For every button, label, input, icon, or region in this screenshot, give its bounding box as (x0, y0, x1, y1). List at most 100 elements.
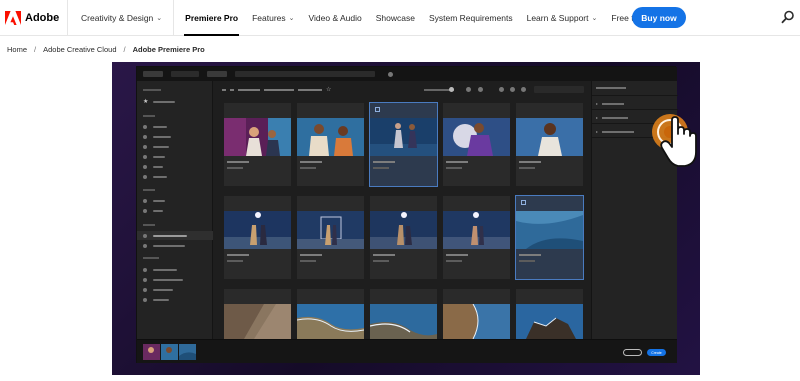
star-icon[interactable]: ☆ (326, 87, 331, 93)
media-clip[interactable] (516, 289, 583, 339)
global-nav: Adobe Creativity & Design ⌄ Premiere Pro … (0, 0, 800, 36)
left-item[interactable] (143, 134, 171, 140)
path-segment[interactable] (264, 89, 294, 91)
bullet-icon (143, 145, 147, 149)
media-clip[interactable] (443, 289, 510, 339)
nav-label: Showcase (375, 12, 415, 23)
setting-label (602, 116, 629, 119)
right-setting-row[interactable]: ▸ (596, 101, 625, 106)
project-location-field[interactable] (235, 71, 375, 77)
media-clip[interactable] (224, 289, 291, 339)
clip-name (300, 254, 322, 256)
buy-now-button[interactable]: Buy now (632, 7, 686, 28)
create-button[interactable]: Create (647, 349, 666, 356)
clip-thumbnail (370, 304, 437, 339)
media-clip-selected[interactable] (369, 102, 438, 187)
clip-thumbnail (224, 211, 291, 249)
media-clip[interactable] (224, 103, 291, 186)
left-item[interactable]: ★ (143, 99, 176, 105)
setting-label (602, 130, 635, 133)
nav-features[interactable]: Features ⌄ (245, 0, 301, 36)
view-option-icon[interactable] (510, 87, 515, 92)
breadcrumb-creative-cloud[interactable]: Adobe Creative Cloud (43, 45, 116, 54)
nav-label: Features (252, 12, 286, 23)
media-clip[interactable] (297, 289, 364, 339)
media-clip[interactable] (443, 103, 510, 186)
search-icon[interactable] (781, 10, 795, 24)
media-clip[interactable] (443, 196, 510, 279)
nav-system-requirements[interactable]: System Requirements (422, 0, 520, 36)
clip-name (227, 161, 249, 163)
left-item[interactable] (143, 154, 165, 160)
chevron-right-icon: ▸ (596, 129, 599, 134)
settings-icon[interactable] (388, 71, 393, 77)
breadcrumb-separator: / (123, 45, 126, 54)
left-item[interactable] (143, 144, 169, 150)
view-option-icon[interactable] (466, 87, 471, 92)
nav-label: System Requirements (428, 12, 513, 23)
left-item[interactable] (143, 287, 173, 293)
nav-label: Video & Audio (308, 12, 362, 23)
left-item[interactable] (143, 233, 187, 239)
media-clip[interactable] (370, 196, 437, 279)
selected-clip-thumbnail[interactable] (179, 344, 196, 360)
bullet-icon (143, 288, 147, 292)
chevron-right-icon: ▸ (596, 101, 599, 106)
left-item[interactable] (143, 174, 167, 180)
left-item[interactable] (143, 208, 163, 214)
path-segment[interactable] (298, 89, 322, 91)
selected-clip-thumbnail[interactable] (143, 344, 160, 360)
media-clip[interactable] (297, 103, 364, 186)
left-item-label (153, 166, 163, 168)
adobe-logo[interactable]: Adobe (0, 0, 68, 36)
path-segment[interactable] (238, 89, 260, 91)
left-item[interactable] (143, 164, 163, 170)
media-clip[interactable] (224, 196, 291, 279)
media-clip-selected[interactable] (515, 195, 584, 280)
clip-duration (519, 260, 535, 262)
left-item[interactable] (143, 243, 185, 249)
left-section-header (143, 115, 155, 117)
view-option-icon[interactable] (499, 87, 504, 92)
nav-learn-support[interactable]: Learn & Support ⌄ (520, 0, 605, 36)
project-name-field[interactable] (171, 71, 199, 77)
clip-duration (300, 167, 316, 169)
media-clip[interactable] (516, 103, 583, 186)
breadcrumb-current: Adobe Premiere Pro (132, 45, 205, 54)
cancel-button[interactable] (623, 349, 642, 356)
breadcrumb: Home / Adobe Creative Cloud / Adobe Prem… (7, 45, 205, 54)
right-setting-row[interactable]: ▸ (596, 129, 635, 134)
left-item[interactable] (143, 267, 177, 273)
nav-creativity-design[interactable]: Creativity & Design ⌄ (74, 0, 169, 36)
left-item[interactable] (143, 297, 169, 303)
left-item[interactable] (143, 277, 183, 283)
checkbox-icon[interactable] (521, 200, 526, 205)
clip-name (300, 161, 322, 163)
view-option-icon[interactable] (521, 87, 526, 92)
bullet-icon (143, 155, 147, 159)
nav-showcase[interactable]: Showcase (369, 0, 422, 36)
checkbox-icon[interactable] (375, 107, 380, 112)
left-item[interactable] (143, 124, 167, 130)
nav-label: Creativity & Design (81, 12, 154, 23)
nav-forward-icon[interactable] (230, 89, 234, 91)
view-option-icon[interactable] (478, 87, 483, 92)
left-section-header (143, 257, 159, 259)
media-search-field[interactable] (534, 86, 584, 93)
right-setting-row[interactable]: ▸ (596, 115, 629, 120)
clip-thumbnail (224, 118, 291, 156)
nav-back-icon[interactable] (222, 89, 226, 91)
nav-video-audio[interactable]: Video & Audio (302, 0, 369, 36)
left-item[interactable] (143, 198, 165, 204)
nav-premiere-pro[interactable]: Premiere Pro (178, 0, 245, 36)
media-clip[interactable] (370, 289, 437, 339)
left-item-label (153, 279, 183, 281)
left-item-label (153, 289, 173, 291)
demo-video[interactable]: ★ ☆ ▸ ▸ ▸ Create (112, 62, 700, 375)
divider (592, 95, 678, 96)
slider-knob[interactable] (449, 87, 454, 92)
selected-clip-thumbnail[interactable] (161, 344, 178, 360)
left-item-label (153, 210, 163, 212)
breadcrumb-home[interactable]: Home (7, 45, 27, 54)
media-clip[interactable] (297, 196, 364, 279)
